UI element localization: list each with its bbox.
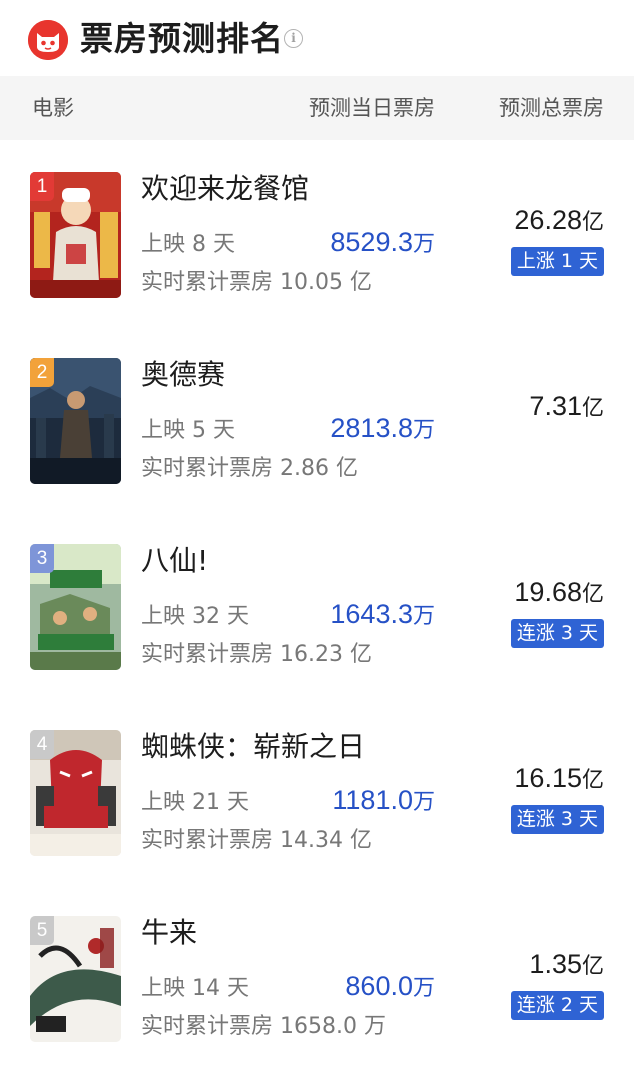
movie-title: 八仙! xyxy=(141,544,209,577)
daily-forecast-unit: 万 xyxy=(412,604,435,629)
total-forecast-value: 26.28 xyxy=(514,205,582,235)
trend-badge: 连涨 2 天 xyxy=(510,991,604,1020)
info-icon[interactable]: i xyxy=(284,29,303,48)
movie-row[interactable]: 3 八仙! 上映 32 天 实时累计票房 16.23 亿 1643.3万 19.… xyxy=(0,512,634,698)
daily-forecast: 1643.3万 xyxy=(330,595,435,637)
days-released: 上映 8 天 xyxy=(141,232,235,257)
movie-poster[interactable]: 2 xyxy=(30,358,121,484)
rank-badge: 4 xyxy=(30,730,54,759)
rank-badge: 1 xyxy=(30,172,54,201)
daily-forecast-unit: 万 xyxy=(412,418,435,443)
trend-badge: 上涨 1 天 xyxy=(510,247,604,276)
daily-forecast-unit: 万 xyxy=(412,790,435,815)
rank-badge: 5 xyxy=(30,916,54,945)
days-released: 上映 5 天 xyxy=(141,418,235,443)
total-forecast-unit: 亿 xyxy=(581,954,604,979)
total-forecast: 7.31亿 xyxy=(529,388,604,428)
total-forecast-unit: 亿 xyxy=(581,210,604,235)
column-movie: 电影 xyxy=(32,96,74,120)
total-forecast-value: 7.31 xyxy=(529,391,582,421)
movie-poster[interactable]: 4 xyxy=(30,730,121,856)
daily-forecast: 1181.0万 xyxy=(332,781,435,823)
total-forecast-unit: 亿 xyxy=(581,768,604,793)
movie-title: 奥德赛 xyxy=(141,358,226,391)
cumulative-box-office: 实时累计票房 14.34 亿 xyxy=(141,828,372,853)
movie-title: 牛来 xyxy=(141,916,198,949)
movie-row[interactable]: 5 牛来 上映 14 天 实时累计票房 1658.0 万 860.0万 1.35… xyxy=(0,884,634,1070)
days-released: 上映 14 天 xyxy=(141,976,249,1001)
trend-badge: 连涨 3 天 xyxy=(510,805,604,834)
daily-forecast: 2813.8万 xyxy=(330,409,435,451)
movie-title: 蜘蛛侠：崭新之日 xyxy=(141,730,366,763)
total-forecast-unit: 亿 xyxy=(581,396,604,421)
total-forecast: 19.68亿 xyxy=(514,574,604,614)
maoyan-cat-logo-icon xyxy=(28,20,68,60)
total-forecast-value: 1.35 xyxy=(529,949,582,979)
daily-forecast-value: 1181.0 xyxy=(332,785,413,815)
daily-forecast-value: 2813.8 xyxy=(330,413,413,443)
column-daily-forecast[interactable]: 预测当日票房 xyxy=(309,95,435,121)
rank-badge: 2 xyxy=(30,358,54,387)
movie-row[interactable]: 2 奥德赛 上映 5 天 实时累计票房 2.86 亿 2813.8万 7.31亿 xyxy=(0,326,634,512)
movie-row[interactable]: 1 欢迎来龙餐馆 上映 8 天 实时累计票房 10.05 亿 8529.3万 2… xyxy=(0,140,634,326)
total-forecast: 16.15亿 xyxy=(514,760,604,800)
trend-badge: 连涨 3 天 xyxy=(510,619,604,648)
total-forecast-value: 16.15 xyxy=(514,763,582,793)
cumulative-box-office: 实时累计票房 2.86 亿 xyxy=(141,456,358,481)
total-forecast: 26.28亿 xyxy=(514,202,604,242)
cumulative-box-office: 实时累计票房 16.23 亿 xyxy=(141,642,372,667)
cumulative-box-office: 实时累计票房 10.05 亿 xyxy=(141,270,372,295)
daily-forecast: 860.0万 xyxy=(345,967,435,1009)
movie-title: 欢迎来龙餐馆 xyxy=(141,172,310,205)
column-total-forecast[interactable]: 预测总票房 xyxy=(499,95,604,121)
movie-poster[interactable]: 3 xyxy=(30,544,121,670)
movie-poster[interactable]: 1 xyxy=(30,172,121,298)
daily-forecast-unit: 万 xyxy=(412,232,435,257)
column-header: 电影 预测当日票房 预测总票房 xyxy=(0,76,634,140)
page-header: 票房预测排名 i xyxy=(0,0,634,76)
daily-forecast-value: 8529.3 xyxy=(330,227,413,257)
days-released: 上映 32 天 xyxy=(141,604,249,629)
cumulative-box-office: 实时累计票房 1658.0 万 xyxy=(141,1014,386,1039)
days-released: 上映 21 天 xyxy=(141,790,249,815)
total-forecast-unit: 亿 xyxy=(581,582,604,607)
total-forecast: 1.35亿 xyxy=(529,946,604,986)
movie-poster[interactable]: 5 xyxy=(30,916,121,1042)
daily-forecast: 8529.3万 xyxy=(330,223,435,265)
daily-forecast-value: 860.0 xyxy=(345,971,413,1001)
rank-badge: 3 xyxy=(30,544,54,573)
total-forecast-value: 19.68 xyxy=(514,577,582,607)
daily-forecast-value: 1643.3 xyxy=(330,599,413,629)
daily-forecast-unit: 万 xyxy=(412,976,435,1001)
movie-row[interactable]: 4 蜘蛛侠：崭新之日 上映 21 天 实时累计票房 14.34 亿 1181.0… xyxy=(0,698,634,884)
page-title: 票房预测排名 xyxy=(80,19,284,58)
